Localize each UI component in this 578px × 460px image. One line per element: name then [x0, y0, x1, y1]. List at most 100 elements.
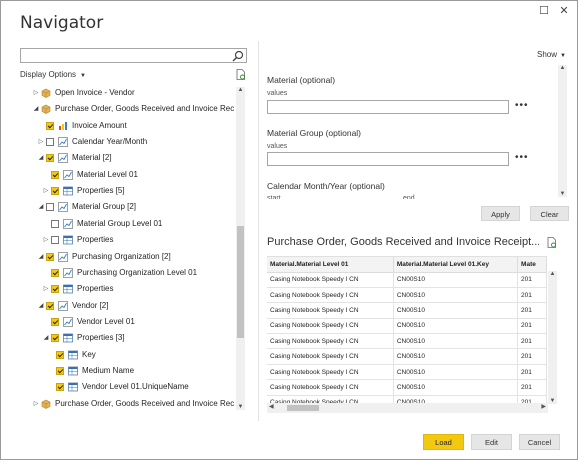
tree-item-label: Vendor Level 01	[77, 316, 135, 326]
tree-item-label: Purchase Order, Goods Received and Invoi…	[55, 104, 234, 114]
chevron-down-icon: ▼	[80, 73, 86, 79]
expand-icon[interactable]: ▷	[42, 232, 50, 248]
tree-item[interactable]: Vendor Level 01.UniqueName	[20, 379, 234, 395]
scroll-up-icon[interactable]: ▲	[558, 65, 567, 71]
tree-item-checkbox[interactable]	[51, 334, 59, 343]
scroll-up-icon[interactable]: ▲	[236, 87, 245, 93]
tree-item[interactable]: Key	[20, 347, 234, 363]
tree-item-label: Purchasing Organization Level 01	[77, 267, 198, 277]
tree-item[interactable]: ▷ Properties [5]	[20, 183, 234, 199]
tree-item[interactable]: Material Group Level 01	[20, 216, 234, 232]
preview-horizontal-scrollbar[interactable]: ◀ ▶	[267, 403, 548, 413]
tree-item-checkbox[interactable]	[46, 121, 54, 130]
scroll-left-icon[interactable]: ◀	[269, 403, 274, 410]
param-calendar-end-label: end	[403, 195, 415, 199]
tree-item-checkbox[interactable]	[51, 285, 59, 294]
refresh-document-icon[interactable]	[236, 69, 246, 80]
edit-button[interactable]: Edit	[471, 434, 512, 450]
tree-item-checkbox[interactable]	[46, 301, 54, 310]
tree-item[interactable]: Medium Name	[20, 363, 234, 379]
table-cell: 201	[517, 348, 547, 365]
tree-scrollbar[interactable]: ▲ ▼	[236, 87, 245, 410]
tree-item[interactable]: Material Level 01	[20, 167, 234, 183]
tree-item[interactable]: ▷ Open Invoice - Vendor	[20, 85, 234, 101]
tree-item-checkbox[interactable]	[56, 366, 64, 375]
scroll-down-icon[interactable]: ▼	[548, 398, 557, 404]
search-icon[interactable]	[232, 50, 244, 62]
param-material-browse[interactable]: •••	[515, 100, 529, 111]
tree-item[interactable]: ▷ Properties	[20, 232, 234, 248]
tree-item-checkbox[interactable]	[46, 252, 54, 261]
param-material-group-browse[interactable]: •••	[515, 152, 529, 163]
collapse-icon[interactable]: ◢	[37, 298, 45, 314]
expand-icon[interactable]: ▷	[37, 134, 45, 150]
tree-item[interactable]: ◢ Purchasing Organization [2]	[20, 249, 234, 265]
column-header[interactable]: Material.Material Level 01.Key	[393, 257, 519, 273]
tree-item[interactable]: Purchasing Organization Level 01	[20, 265, 234, 281]
parameters-scroll-thumb[interactable]	[558, 65, 567, 143]
load-button[interactable]: Load	[423, 434, 464, 450]
search-box[interactable]	[20, 48, 247, 63]
tree-item-checkbox[interactable]	[46, 138, 54, 147]
display-options-dropdown[interactable]: Display Options ▼	[20, 70, 86, 79]
refresh-document-icon[interactable]	[547, 237, 557, 248]
tree-item[interactable]: Invoice Amount	[20, 118, 234, 134]
expand-icon[interactable]: ▷	[32, 396, 40, 412]
restore-button[interactable]: ☐	[535, 3, 553, 19]
expand-icon[interactable]: ▷	[42, 281, 50, 297]
tree-item-checkbox[interactable]	[51, 170, 59, 179]
tree-item[interactable]: ◢ Properties [3]	[20, 330, 234, 346]
tree-item-checkbox[interactable]	[51, 268, 59, 277]
tree-item-label: Material Level 01	[77, 169, 138, 179]
tree-item-checkbox[interactable]	[46, 203, 54, 212]
tree-item-checkbox[interactable]	[56, 350, 64, 359]
expand-icon[interactable]: ▷	[42, 183, 50, 199]
pane-splitter[interactable]	[258, 41, 259, 421]
tree-item[interactable]: Vendor Level 01	[20, 314, 234, 330]
column-header[interactable]: Material.Material Level 01	[267, 257, 394, 273]
navigator-dialog: Navigator ☐ ✕ Display Options ▼ ▷ Open Inv…	[0, 0, 578, 460]
show-dropdown[interactable]: Show ▼	[537, 50, 566, 59]
scroll-down-icon[interactable]: ▼	[236, 404, 245, 410]
tree-item[interactable]: ◢ Material [2]	[20, 150, 234, 166]
preview-vertical-scrollbar[interactable]: ▲ ▼	[548, 271, 557, 404]
tree-item[interactable]: ▷ Properties	[20, 281, 234, 297]
hierarchy-icon	[58, 153, 68, 164]
tree-item-checkbox[interactable]	[46, 154, 54, 163]
preview-hscroll-thumb[interactable]	[287, 405, 319, 411]
cancel-button[interactable]: Cancel	[519, 434, 560, 450]
scroll-up-icon[interactable]: ▲	[548, 271, 557, 277]
param-material-input[interactable]	[267, 100, 509, 114]
collapse-icon[interactable]: ◢	[37, 199, 45, 215]
close-button[interactable]: ✕	[555, 3, 573, 19]
collapse-icon[interactable]: ◢	[37, 249, 45, 265]
tree-scroll-thumb[interactable]	[237, 226, 244, 338]
apply-button[interactable]: Apply	[481, 206, 520, 221]
expand-icon[interactable]: ▷	[32, 85, 40, 101]
tree-item-label: Material [2]	[72, 153, 112, 163]
tree-item[interactable]: ◢ Vendor [2]	[20, 298, 234, 314]
tree-item-checkbox[interactable]	[51, 219, 59, 228]
preview-title: Purchase Order, Goods Received and Invoi…	[267, 236, 539, 248]
tree-item-label: Properties [5]	[77, 186, 125, 196]
tree-item-checkbox[interactable]	[56, 383, 64, 392]
tree-item-checkbox[interactable]	[51, 317, 59, 326]
collapse-icon[interactable]: ◢	[37, 150, 45, 166]
parameters-scrollbar[interactable]: ▲ ▼	[558, 65, 567, 197]
tree-item[interactable]: ◢ Purchase Order, Goods Received and Invo…	[20, 101, 234, 117]
scroll-right-icon[interactable]: ▶	[541, 403, 546, 410]
collapse-icon[interactable]: ◢	[42, 330, 50, 346]
param-material-group-input[interactable]	[267, 152, 509, 166]
tree-item[interactable]: ▷ Purchase Order, Goods Received and Invo…	[20, 396, 234, 412]
tree-item[interactable]: ▷ Calendar Year/Month	[20, 134, 234, 150]
clear-button[interactable]: Clear	[530, 206, 569, 221]
tree-item-checkbox[interactable]	[51, 236, 59, 245]
tree-item-checkbox[interactable]	[51, 187, 59, 196]
tree-item-label: Key	[82, 349, 96, 359]
param-material-sub: values	[267, 90, 288, 97]
tree-item[interactable]: ◢ Material Group [2]	[20, 199, 234, 215]
column-header[interactable]: Mate	[517, 257, 547, 273]
scroll-down-icon[interactable]: ▼	[558, 191, 567, 197]
collapse-icon[interactable]: ◢	[32, 101, 40, 117]
tree-item-label: Properties [3]	[77, 333, 125, 343]
